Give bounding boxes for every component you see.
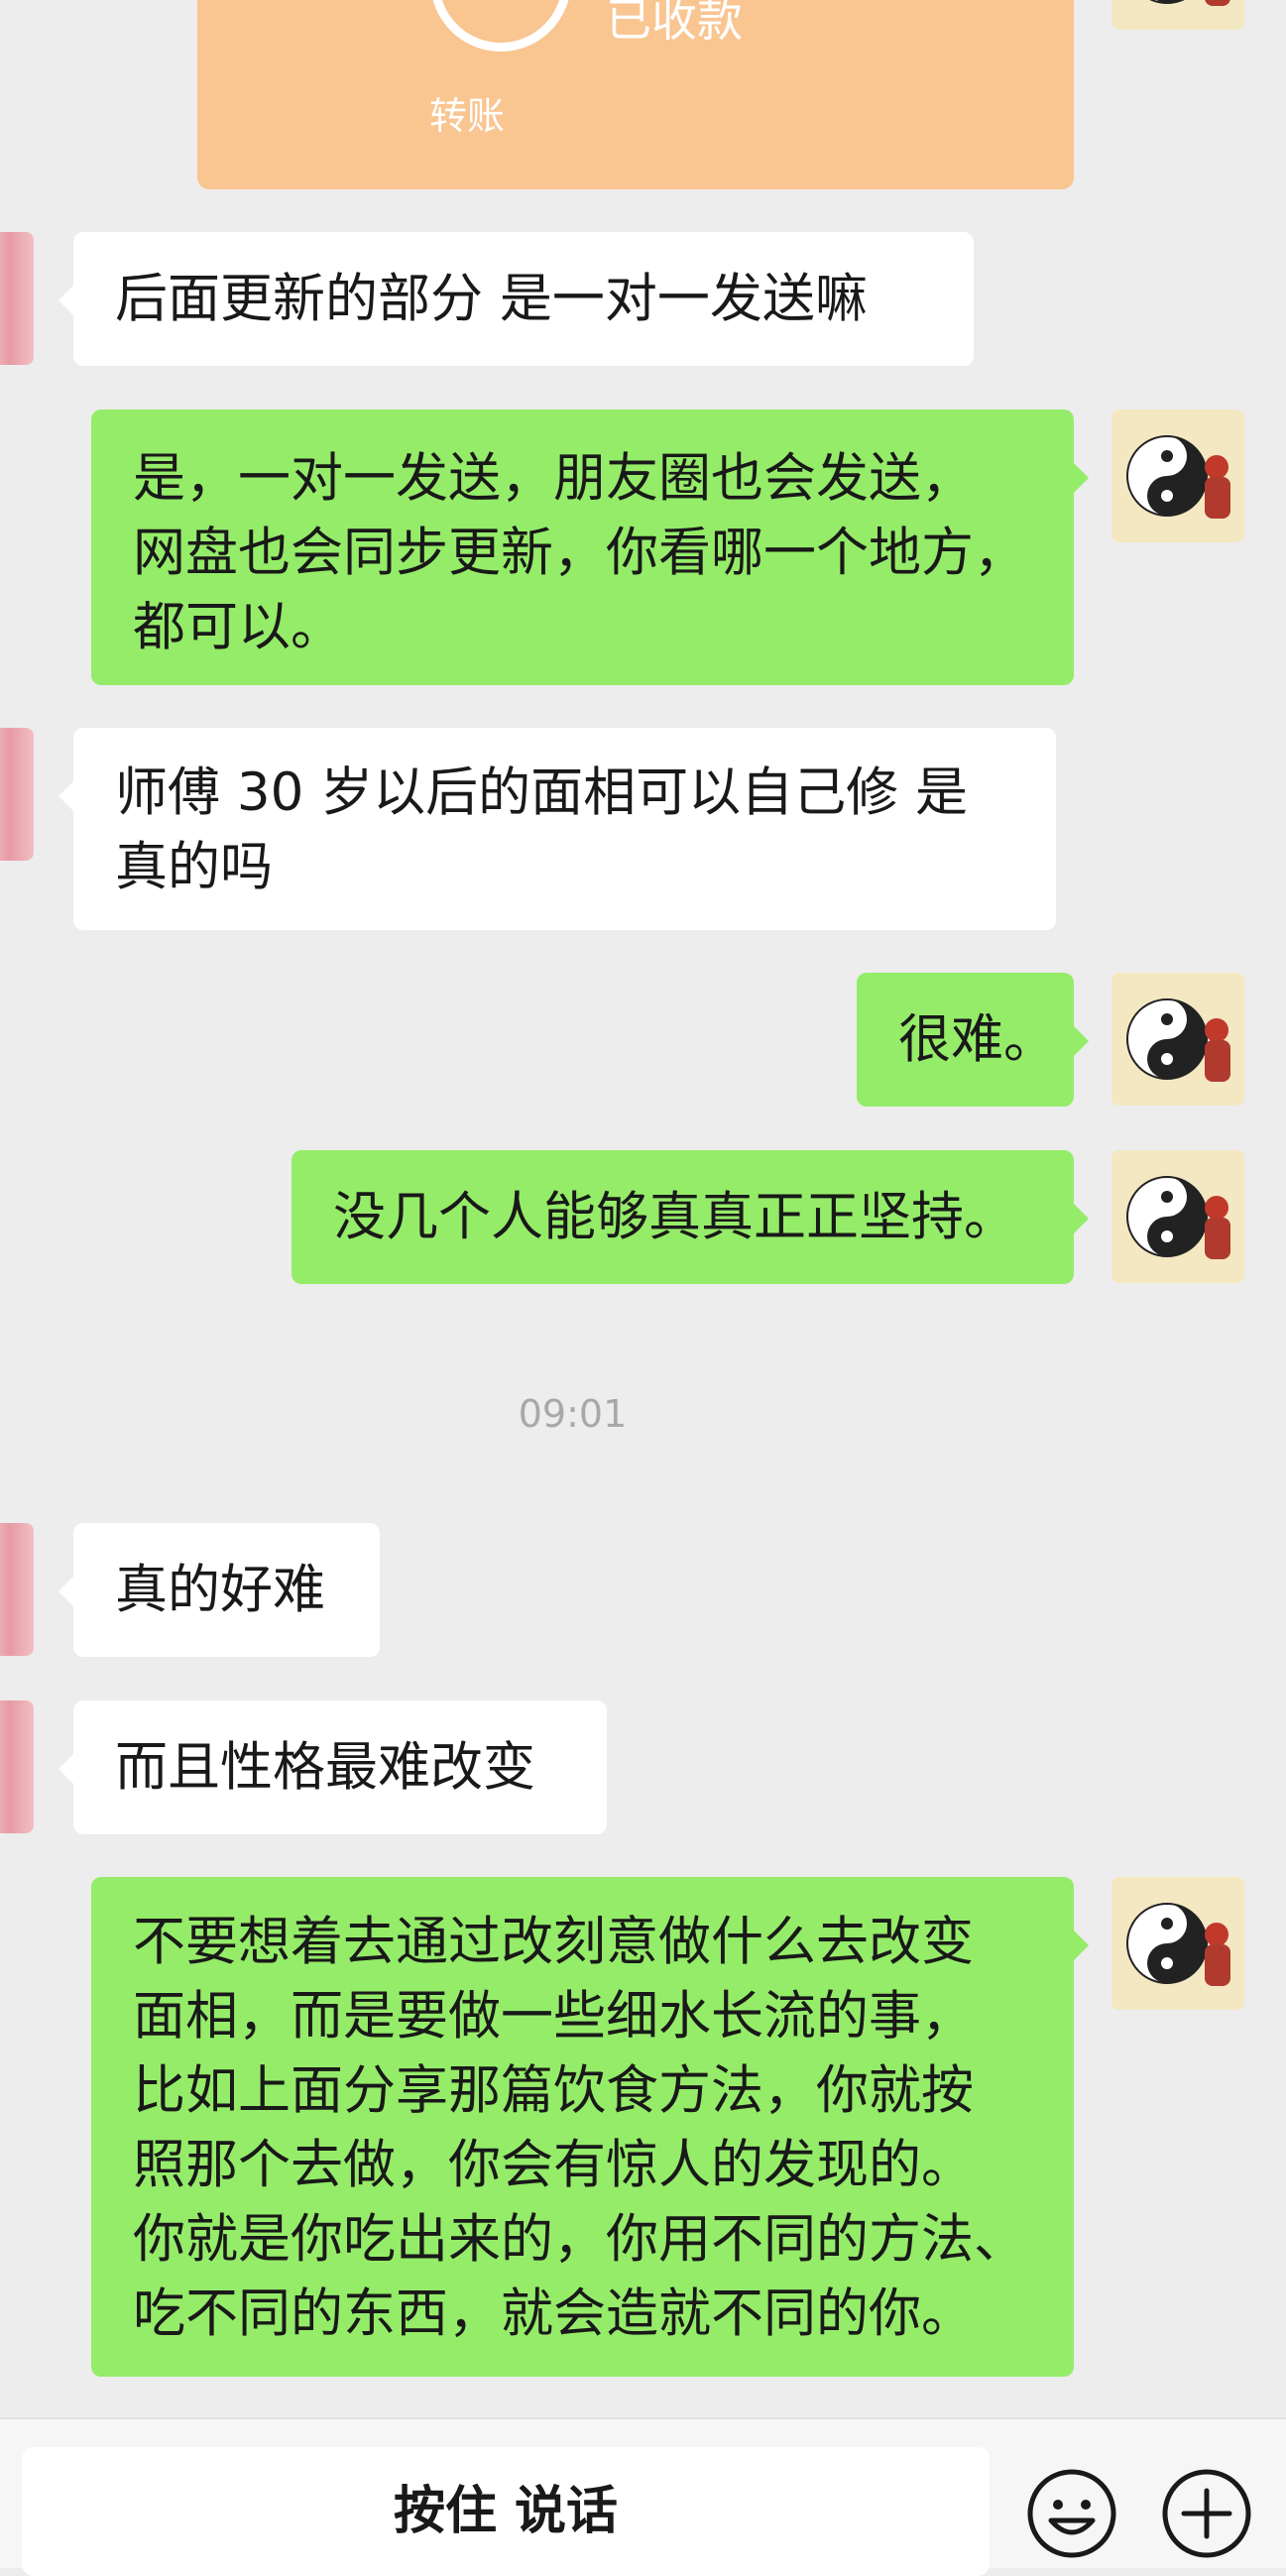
message-bubble-incoming[interactable]: 后面更新的部分 是一对一发送嘛 <box>58 232 974 366</box>
message-text: 后面更新的部分 是一对一发送嘛 <box>115 269 868 329</box>
message-text: 网盘也会同步更新，你看哪一个地方， <box>133 523 1026 583</box>
message-text: 是，一对一发送，朋友圈也会发送， <box>133 448 974 509</box>
message-text: 真的好难 <box>115 1560 325 1620</box>
message-bubble-incoming[interactable]: 而且性格最难改变 <box>58 1700 607 1834</box>
plus-circle-icon[interactable] <box>1160 2467 1253 2560</box>
message-bubble-outgoing[interactable]: 是，一对一发送，朋友圈也会发送， 网盘也会同步更新，你看哪一个地方， 都可以。 <box>91 410 1089 685</box>
yin-yang-avatar-icon <box>1111 973 1244 1106</box>
yin-yang-avatar-icon <box>1111 1877 1244 2010</box>
contact-avatar[interactable] <box>0 232 34 365</box>
yin-yang-avatar-icon <box>1111 1150 1244 1283</box>
message-text: 照那个去做，你会有惊人的发现的。 <box>133 2135 974 2195</box>
my-avatar[interactable] <box>1111 1877 1244 2010</box>
yin-yang-avatar-icon <box>1111 410 1244 542</box>
message-text: 吃不同的东西，就会造就不同的你。 <box>133 2283 974 2344</box>
hold-to-talk-button[interactable]: 按住 说话 <box>22 2447 990 2576</box>
transfer-status: 已收款 <box>606 0 743 47</box>
message-text: 真的吗 <box>115 837 273 897</box>
message-bubble-outgoing[interactable]: 不要想着去通过改刻意做什么去改变 面相，而是要做一些细水长流的事， 比如上面分享… <box>91 1877 1089 2377</box>
my-avatar[interactable] <box>1111 973 1244 1106</box>
message-text: 不要想着去通过改刻意做什么去改变 <box>133 1912 974 1972</box>
message-bubble-incoming[interactable]: 师傅 30 岁以后的面相可以自己修 是 真的吗 <box>58 728 1056 930</box>
message-text: 你就是你吃出来的，你用不同的方法、 <box>133 2209 1026 2270</box>
my-avatar[interactable] <box>1111 0 1244 30</box>
message-text: 没几个人能够真真正正坚持。 <box>333 1187 1016 1247</box>
message-text: 很难。 <box>898 1009 1056 1070</box>
contact-avatar[interactable] <box>0 1523 34 1656</box>
message-bubble-outgoing[interactable]: 很难。 <box>857 973 1089 1107</box>
message-text: 比如上面分享那篇饮食方法，你就按 <box>133 2060 974 2121</box>
message-text: 面相，而是要做一些细水长流的事， <box>133 1986 974 2047</box>
message-bubble-outgoing[interactable]: 没几个人能够真真正正坚持。 <box>292 1150 1089 1284</box>
message-text: 都可以。 <box>133 597 343 657</box>
message-timestamp: 09:01 <box>518 1392 628 1436</box>
check-icon <box>430 0 571 52</box>
message-bubble-incoming[interactable]: 真的好难 <box>58 1523 380 1657</box>
contact-avatar[interactable] <box>0 728 34 861</box>
message-text: 而且性格最难改变 <box>115 1737 535 1798</box>
chat-input-bar: 按住 说话 <box>0 2417 1286 2576</box>
transfer-label: 转账 <box>429 94 506 138</box>
message-text: 师傅 30 岁以后的面相可以自己修 是 <box>115 762 968 823</box>
chat-message-list[interactable]: 已收款 转账 后面更新的部分 是一对一发送嘛 是，一对一发送，朋友圈也会发送， … <box>0 0 1286 2417</box>
my-avatar[interactable] <box>1111 1150 1244 1283</box>
yin-yang-avatar-icon <box>1111 0 1244 30</box>
contact-avatar[interactable] <box>0 1700 34 1833</box>
my-avatar[interactable] <box>1111 410 1244 542</box>
smiley-icon[interactable] <box>1025 2467 1118 2560</box>
transfer-card[interactable]: 已收款 转账 <box>197 0 1074 189</box>
